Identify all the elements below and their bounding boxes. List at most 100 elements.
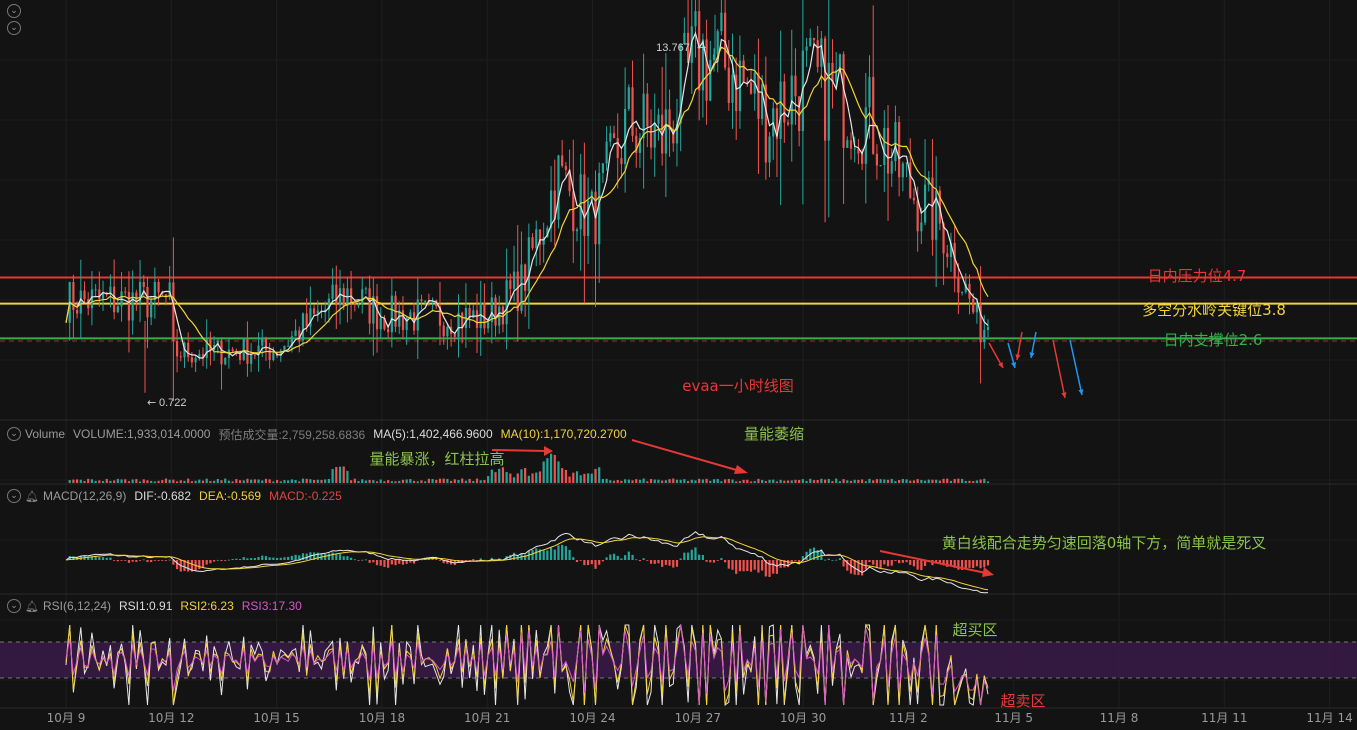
macd-bar [124,560,127,561]
macd-bar [542,550,545,560]
volume-bar [72,479,75,483]
volume-bar [357,481,360,483]
macd-bar [342,556,345,560]
volume-bar [616,480,619,483]
candle-body [142,281,145,288]
macd-bar [335,554,338,560]
macd-bar [261,555,264,560]
x-tick-label: 10月 9 [47,711,86,725]
volume-bar [379,479,382,483]
macd-bar [749,560,753,572]
volume-bar [720,481,723,483]
candle-body [527,237,530,291]
macd-bar [886,560,890,567]
volume-bar [375,481,379,483]
volume-bar [479,480,482,483]
volume-bar [972,481,975,483]
volume-bar [638,479,642,483]
volume-shrink-note: 量能萎缩 [744,425,804,443]
macd-bar [709,560,712,563]
collapse-icon[interactable]: ⌄ [7,4,21,18]
volume-bar [113,480,116,483]
macd-bar [131,560,134,562]
candle-body [757,72,760,119]
macd-bar [679,558,682,560]
volume-bar [361,479,364,483]
volume-bar [435,479,438,483]
volume-legend-name: Volume [25,427,66,441]
candle-body [861,153,864,164]
macd-bar [912,560,916,567]
bell-icon[interactable]: 🔔︎ [25,600,39,613]
volume-bar [309,479,312,483]
volume-bar [912,480,916,483]
macd-bar [631,554,634,560]
macd-bar [353,559,356,561]
macd-bar [383,560,386,568]
x-tick-label: 10月 21 [464,711,510,725]
macd-bar [331,552,334,560]
macd-bar [731,560,734,570]
volume-bar [923,480,927,483]
candle-body [361,289,364,305]
chevron-down-icon[interactable]: ⌄ [7,599,21,613]
volume-bar [187,478,190,483]
volume-bar [583,473,586,483]
volume-bar [949,480,953,483]
volume-bar [209,481,212,483]
overbought-label: 超买区 [952,621,997,639]
volume-bar [235,479,238,483]
macd-bar [868,560,871,563]
candle-body [716,31,719,55]
volume-bar [201,480,205,483]
volume-bar [246,478,249,483]
volume-bar [938,480,941,483]
macd-bar [720,558,723,560]
volume-bar [709,480,712,483]
volume-bar [549,453,553,483]
candle-body [127,291,131,321]
volume-bar [87,478,90,483]
volume-bar [290,479,293,483]
volume-bar [142,479,145,483]
macd-bar [375,560,379,566]
candle-body [779,81,782,139]
macd-bar [127,560,131,563]
volume-bar [742,479,745,483]
low-price-label: 0.722 [159,397,187,409]
volume-bar [242,480,245,483]
candle-body [664,109,667,154]
volume-bar [298,481,301,483]
volume-bar [261,480,264,483]
candle-body [720,12,723,32]
bell-icon[interactable]: 🔔︎ [25,490,39,503]
macd-bar [672,560,675,568]
macd-bar [701,554,704,560]
macd-bar [224,560,227,561]
chevron-down-icon[interactable]: ⌄ [7,427,21,441]
macd-bar [361,559,364,561]
volume-bar [383,481,386,483]
volume-bar [427,478,430,483]
projection-arrowhead [1061,392,1067,398]
volume-bar [716,479,719,483]
chevron-down-icon[interactable]: ⌄ [7,489,21,503]
candle-body [909,162,912,198]
candle-body [657,114,660,124]
macd-bar [905,560,908,563]
volume-bar [579,475,582,483]
collapse-icon[interactable]: ⌄ [7,21,21,35]
volume-bar [512,477,516,483]
volume-bar [701,479,704,483]
macd-legend: ⌄ 🔔︎ MACD(12,26,9) DIF:-0.682 DEA:-0.569… [0,488,350,504]
candle-body [875,153,879,166]
candle-body [957,278,960,293]
volume-bar [612,480,616,483]
rsi-legend-name: RSI(6,12,24) [42,599,112,613]
candle-body [742,60,745,82]
volume-bar [764,481,767,483]
macd-bar [649,560,653,564]
rsi-legend-rsi1: RSI1:0.91 [119,599,173,613]
candle-body [368,288,371,324]
volume-bar [572,472,575,483]
